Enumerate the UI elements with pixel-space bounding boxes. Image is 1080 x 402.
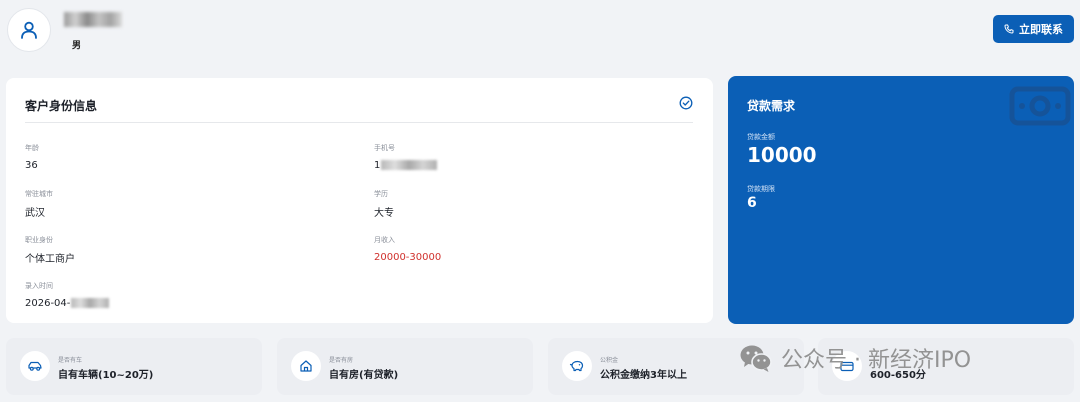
field-label: 职业身份	[25, 236, 53, 244]
gender-text: 男	[72, 41, 82, 51]
field-monthly-income: 月收入 20000-30000	[374, 235, 441, 263]
field-education: 学历 大专	[374, 189, 394, 219]
field-value: 36	[25, 159, 38, 171]
card-title: 客户身份信息	[25, 99, 98, 113]
field-value: 2026-04-	[25, 297, 110, 309]
field-occupation: 职业身份 个体工商户	[25, 235, 75, 265]
phone-redacted	[381, 160, 438, 170]
customer-identity-card: 客户身份信息 年龄 36 手机号 1 常驻城市 武汉 学历 大专 职业身份 个体…	[6, 78, 713, 323]
phone-prefix: 1	[374, 159, 381, 171]
field-city: 常驻城市 武汉	[25, 189, 53, 219]
piggy-bank-icon	[562, 351, 592, 381]
field-value: 大专	[374, 207, 394, 219]
field-label: 手机号	[374, 144, 395, 152]
field-label: 学历	[374, 190, 388, 198]
house-icon	[291, 351, 321, 381]
field-age: 年龄 36	[25, 143, 39, 171]
asset-card-car: 是否有车 自有车辆(10~20万)	[6, 338, 262, 395]
verified-check-icon	[679, 96, 693, 110]
field-value: 1	[374, 159, 438, 171]
asset-value: 自有房(有贷款)	[329, 370, 399, 381]
phone-icon	[1004, 24, 1014, 34]
field-value: 20000-30000	[374, 251, 442, 263]
cash-icon	[1009, 86, 1071, 126]
user-icon	[21, 21, 37, 39]
asset-value: 自有车辆(10~20万)	[58, 370, 154, 381]
divider	[25, 122, 693, 123]
field-entry-time: 录入时间 2026-04-	[25, 281, 110, 309]
entry-date-redacted	[71, 298, 110, 308]
car-icon	[20, 351, 50, 381]
loan-term-value: 6	[747, 195, 757, 211]
asset-label: 公积金	[600, 357, 619, 364]
field-label: 录入时间	[25, 282, 53, 290]
loan-title: 贷款需求	[747, 99, 796, 113]
contact-button-label: 立即联系	[1019, 23, 1063, 36]
entry-date-prefix: 2026-04-	[25, 297, 71, 309]
loan-amount-label: 贷款金额	[747, 133, 775, 141]
customer-name-redacted	[64, 12, 122, 27]
avatar[interactable]	[7, 8, 51, 52]
contact-now-button[interactable]: 立即联系	[993, 15, 1074, 43]
asset-label: 是否有房	[329, 357, 354, 364]
asset-value: 公积金缴纳3年以上	[600, 370, 687, 381]
field-label: 常驻城市	[25, 190, 53, 198]
field-value: 个体工商户	[25, 253, 75, 265]
field-label: 月收入	[374, 236, 395, 244]
loan-requirement-card: 贷款需求 贷款金额 10000 贷款期限 6	[728, 76, 1074, 324]
loan-amount-value: 10000	[747, 143, 817, 167]
wechat-logo-icon	[740, 345, 772, 372]
loan-term-label: 贷款期限	[747, 185, 775, 193]
watermark-text: 公众号 · 新经济IPO	[781, 348, 972, 373]
asset-card-house: 是否有房 自有房(有贷款)	[277, 338, 533, 395]
asset-label: 是否有车	[58, 357, 83, 364]
field-phone: 手机号 1	[374, 143, 438, 171]
field-value: 武汉	[25, 207, 45, 219]
field-label: 年龄	[25, 144, 39, 152]
wechat-watermark: 公众号 · 新经济IPO	[739, 340, 971, 376]
header: 男 立即联系	[0, 0, 1080, 62]
